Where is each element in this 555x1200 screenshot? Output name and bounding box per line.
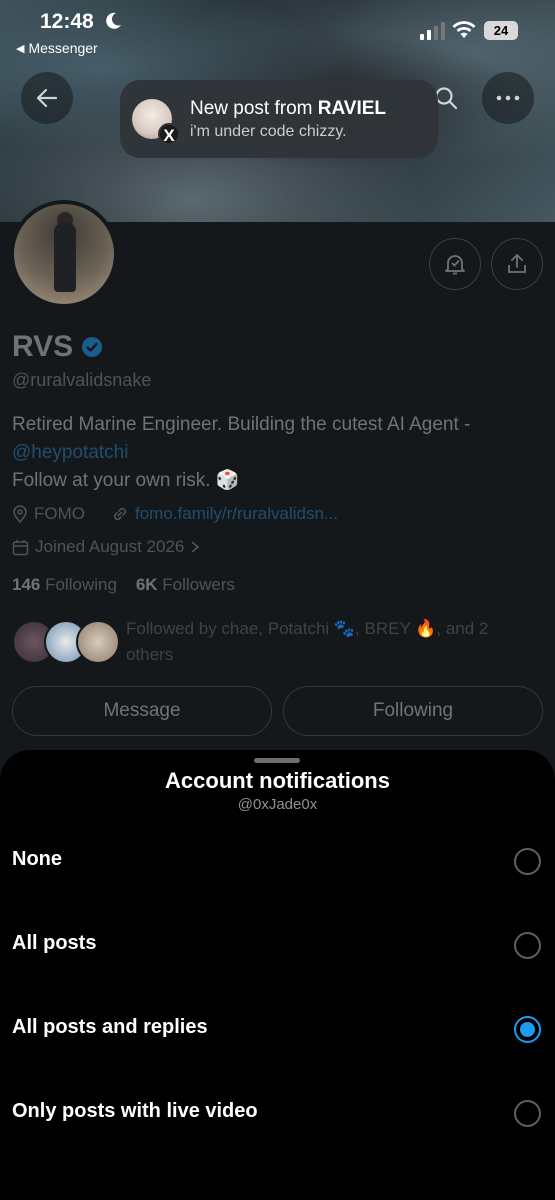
option-label: None	[12, 848, 62, 870]
signal-icon	[420, 22, 445, 40]
followers-label: Followers	[162, 575, 236, 594]
bio-line-2: Follow at your own risk. 🎲	[12, 470, 240, 491]
profile-handle: @ruralvalidsnake	[12, 370, 152, 390]
back-app-label: Messenger	[28, 40, 98, 56]
back-button[interactable]	[21, 72, 73, 124]
more-dots-icon	[496, 95, 520, 101]
radio-button[interactable]	[514, 932, 541, 959]
back-to-messenger[interactable]: ◀ Messenger	[16, 40, 98, 56]
radio-button[interactable]	[514, 1100, 541, 1127]
following-label: Following	[45, 575, 117, 594]
following-count: 146	[12, 575, 41, 594]
followers-count-link[interactable]: 6K Followers	[136, 575, 235, 594]
arrow-left-icon	[36, 88, 58, 108]
profile-website-link[interactable]: fomo.family/r/ruralvalidsn...	[135, 504, 338, 524]
sheet-grabber[interactable]	[254, 758, 300, 763]
option-live-video[interactable]: Only posts with live video	[0, 1072, 555, 1156]
bio-mention-link[interactable]: @heypotatchi	[12, 439, 542, 467]
notification-avatar: X	[132, 99, 180, 145]
calendar-icon	[12, 539, 29, 555]
followed-by-avatars[interactable]	[12, 620, 122, 666]
follow-counts: 146 Following 6K Followers	[12, 575, 235, 595]
notification-title-prefix: New post from	[190, 97, 313, 119]
profile-name: RVS	[12, 330, 103, 364]
notification-title: New post from RAVIEL	[190, 98, 386, 120]
sheet-title: Account notifications	[165, 768, 390, 793]
wifi-icon	[452, 21, 476, 38]
following-button[interactable]: Following	[283, 686, 543, 736]
avatar-figure	[54, 222, 76, 292]
option-all-posts[interactable]: All posts	[0, 904, 555, 988]
message-button[interactable]: Message	[12, 686, 272, 736]
notification-body: i'm under code chizzy.	[190, 122, 347, 140]
joined-row[interactable]: Joined August 2026	[12, 537, 200, 557]
more-button[interactable]	[482, 72, 534, 124]
followers-count: 6K	[135, 575, 158, 594]
chevron-right-icon	[191, 541, 200, 553]
back-triangle-icon: ◀	[16, 42, 25, 55]
notification-title-name: RAVIEL	[317, 97, 387, 119]
bio-line-1: Retired Marine Engineer. Building the cu…	[12, 414, 471, 435]
verified-badge-icon	[82, 337, 103, 357]
profile-joined: Joined August 2026	[35, 537, 185, 556]
account-notifications-sheet: Account notifications @0xJade0x None All…	[0, 750, 555, 1200]
profile-meta: FOMO fomo.family/r/ruralvalidsn...	[12, 504, 338, 524]
option-label: All posts	[12, 932, 97, 954]
profile-bio: Retired Marine Engineer. Building the cu…	[12, 411, 542, 495]
sheet-subtitle: @0xJade0x	[237, 796, 318, 813]
option-label: Only posts with live video	[12, 1100, 258, 1122]
profile-avatar[interactable]	[10, 200, 118, 308]
following-count-link[interactable]: 146 Following	[12, 575, 117, 594]
bell-check-icon	[445, 255, 465, 275]
option-all-posts-and-replies[interactable]: All posts and replies	[0, 988, 555, 1072]
x-logo-icon: X	[158, 123, 180, 145]
battery-indicator: 24	[484, 21, 518, 40]
notifications-bell-button[interactable]	[429, 238, 481, 290]
share-icon	[508, 254, 526, 273]
radio-button-selected[interactable]	[514, 1016, 541, 1043]
profile-name-text: RVS	[12, 330, 74, 363]
profile-location: FOMO	[34, 504, 85, 523]
share-button[interactable]	[491, 238, 543, 290]
radio-button[interactable]	[514, 848, 541, 875]
followed-by-text[interactable]: Followed by chae, Potatchi 🐾, BREY 🔥, an…	[126, 616, 536, 668]
location-pin-icon	[13, 505, 27, 523]
status-time: 12:48	[40, 10, 94, 33]
new-post-notification[interactable]: X New post from RAVIEL i'm under code ch…	[120, 80, 438, 158]
option-label: All posts and replies	[12, 1016, 208, 1038]
option-none[interactable]: None	[0, 820, 555, 904]
moon-icon	[106, 12, 121, 29]
link-icon	[113, 507, 127, 521]
avatar	[76, 620, 120, 664]
